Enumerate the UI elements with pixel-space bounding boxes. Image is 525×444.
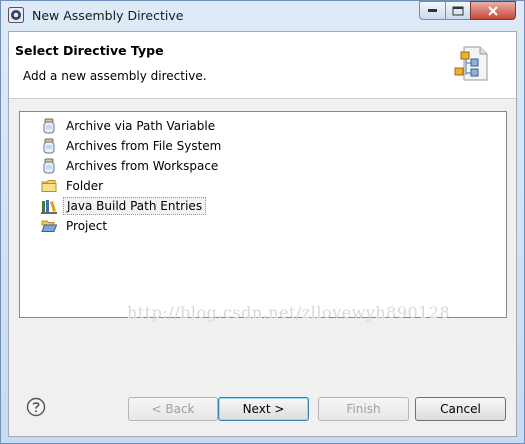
wizard-banner-icon bbox=[454, 46, 488, 81]
cancel-button[interactable]: Cancel bbox=[415, 397, 506, 421]
dialog-window: New Assembly Directive Select Directive … bbox=[0, 0, 525, 444]
jar-icon bbox=[43, 118, 55, 134]
jar-icon bbox=[43, 158, 55, 174]
library-icon bbox=[41, 200, 57, 214]
wizard-header: Select Directive Type Add a new assembly… bbox=[9, 32, 516, 99]
jar-icon bbox=[43, 138, 55, 154]
folder-icon bbox=[41, 180, 57, 192]
list-item-label: Archives from File System bbox=[66, 139, 222, 153]
maximize-button[interactable] bbox=[445, 1, 471, 20]
minimize-icon bbox=[427, 8, 437, 12]
close-icon bbox=[488, 5, 498, 16]
close-button[interactable] bbox=[470, 1, 516, 20]
page-title: Select Directive Type bbox=[15, 43, 164, 58]
dialog-client-area: Select Directive Type Add a new assembly… bbox=[8, 31, 517, 437]
list-item-label: Java Build Path Entries bbox=[63, 197, 207, 215]
back-button[interactable]: < Back bbox=[128, 397, 218, 421]
directive-type-list[interactable]: Archive via Path Variable Archives from … bbox=[19, 111, 507, 322]
minimize-button[interactable] bbox=[419, 1, 446, 20]
watermark-text: http://blog.csdn.net/zllovewyh890128 bbox=[127, 303, 451, 322]
maximize-icon bbox=[452, 6, 464, 15]
list-item-label: Project bbox=[66, 219, 108, 233]
eclipse-app-icon bbox=[8, 7, 24, 23]
page-description: Add a new assembly directive. bbox=[23, 69, 207, 83]
help-icon[interactable] bbox=[26, 397, 46, 417]
window-title: New Assembly Directive bbox=[32, 8, 184, 23]
list-item-label: Archive via Path Variable bbox=[66, 119, 216, 133]
open-folder-icon bbox=[41, 220, 57, 232]
title-bar[interactable]: New Assembly Directive bbox=[1, 1, 524, 31]
list-item-label: Archives from Workspace bbox=[66, 159, 219, 173]
finish-button[interactable]: Finish bbox=[318, 397, 409, 421]
next-button[interactable]: Next > bbox=[218, 397, 309, 421]
list-item-label: Folder bbox=[66, 179, 104, 193]
